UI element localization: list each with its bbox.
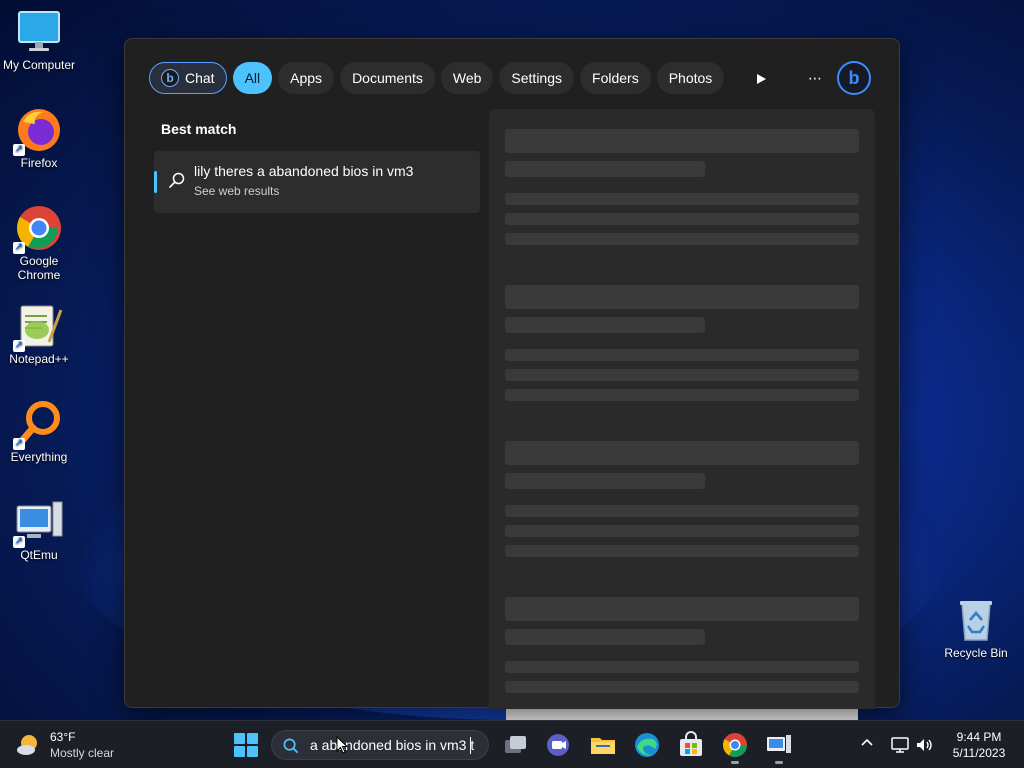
chrome-icon: ↗ <box>13 204 63 254</box>
start-button[interactable] <box>234 733 258 757</box>
search-icon <box>169 172 185 188</box>
search-icon <box>283 738 299 754</box>
chevron-up-icon <box>861 738 873 746</box>
search-filter-bar: b Chat All Apps Documents Web Settings F… <box>149 61 725 95</box>
shortcut-arrow-icon: ↗ <box>13 144 25 156</box>
show-hidden-icons-button[interactable] <box>860 735 874 752</box>
taskbar-file-explorer-button[interactable] <box>589 731 617 759</box>
skeleton-bar <box>505 473 705 489</box>
filter-photos-button[interactable]: Photos <box>656 62 725 94</box>
best-match-heading: Best match <box>161 121 237 137</box>
qtemu-icon: ↗ <box>13 498 63 548</box>
skeleton-bar <box>505 161 705 177</box>
skeleton-bar <box>505 629 705 645</box>
moon-cloud-icon <box>17 735 37 755</box>
best-match-result[interactable]: lily theres a abandoned bios in vm3 See … <box>154 151 480 213</box>
edge-icon <box>635 733 659 757</box>
skeleton-bar <box>505 681 859 693</box>
play-more-filters-button[interactable] <box>745 63 777 93</box>
filter-folders-button[interactable]: Folders <box>580 62 651 94</box>
taskbar-qtemu-button[interactable] <box>765 731 793 759</box>
recycle-bin-icon <box>952 596 1000 644</box>
skeleton-bar <box>505 661 859 673</box>
chat-camera-icon <box>547 734 569 756</box>
folder-icon <box>591 738 615 754</box>
desktop-icon-notepadpp[interactable]: ↗ Notepad++ <box>0 302 78 366</box>
text-caret <box>470 737 471 754</box>
skeleton-bar <box>505 129 859 153</box>
windows-logo-icon <box>234 733 245 744</box>
clock-time: 9:44 PM <box>956 730 1002 744</box>
selection-indicator <box>154 171 157 193</box>
monitor-icon <box>15 8 63 56</box>
weather-description: Mostly clear <box>50 746 115 760</box>
bing-logo-icon: b <box>848 68 860 88</box>
best-match-subtitle: See web results <box>194 184 280 198</box>
more-options-button[interactable]: ⋯ <box>799 63 831 93</box>
network-icon[interactable] <box>890 735 910 755</box>
skeleton-bar <box>505 213 859 225</box>
text-cursor-icon <box>336 736 348 754</box>
system-clock[interactable]: 9:44 PM 5/11/2023 <box>942 729 1016 761</box>
filter-apps-button[interactable]: Apps <box>278 62 335 94</box>
store-bag-icon <box>680 731 702 756</box>
weather-widget[interactable]: 63°F Mostly clear <box>16 729 126 761</box>
taskbar-teams-chat-button[interactable] <box>545 731 573 759</box>
ellipsis-icon: ⋯ <box>808 70 822 86</box>
skeleton-bar <box>505 369 859 381</box>
desktop-icon-chrome[interactable]: ↗ Google Chrome <box>0 204 78 282</box>
weather-temperature: 63°F <box>50 730 76 744</box>
shortcut-arrow-icon: ↗ <box>13 438 25 450</box>
desktop-icon-recycle-bin[interactable]: Recycle Bin <box>936 596 1016 660</box>
shortcut-arrow-icon: ↗ <box>13 242 25 254</box>
skeleton-bar <box>505 441 859 465</box>
desktop-icon-qtemu[interactable]: ↗ QtEmu <box>0 498 78 562</box>
running-indicator <box>731 761 739 764</box>
task-view-icon <box>505 736 526 753</box>
taskbar: 63°F Mostly clear a abandoned bios in vm… <box>0 720 1024 768</box>
taskbar-search-box[interactable]: a abandoned bios in vm3 t <box>271 730 489 760</box>
desktop-icon-everything[interactable]: ↗ Everything <box>0 400 78 464</box>
search-panel: b Chat All Apps Documents Web Settings F… <box>124 38 900 709</box>
skeleton-bar <box>505 525 859 537</box>
taskbar-search-input[interactable]: a abandoned bios in vm3 t <box>310 737 474 753</box>
skeleton-bar <box>505 349 859 361</box>
bing-chat-button[interactable]: b <box>837 61 871 95</box>
notepadpp-icon: ↗ <box>13 302 63 352</box>
shortcut-arrow-icon: ↗ <box>13 536 25 548</box>
play-icon <box>757 74 766 85</box>
taskbar-edge-button[interactable] <box>633 731 661 759</box>
running-indicator <box>775 761 783 764</box>
filter-settings-button[interactable]: Settings <box>499 62 575 94</box>
skeleton-bar <box>505 285 859 309</box>
skeleton-bar <box>505 389 859 401</box>
desktop-icon-my-computer[interactable]: My Computer <box>0 8 78 72</box>
skeleton-bar <box>505 545 859 557</box>
shortcut-arrow-icon: ↗ <box>13 340 25 352</box>
filter-documents-button[interactable]: Documents <box>340 62 435 94</box>
taskbar-task-view-button[interactable] <box>501 731 529 759</box>
preview-pane-loading <box>489 109 875 709</box>
skeleton-bar <box>505 597 859 621</box>
skeleton-bar <box>505 317 705 333</box>
everything-search-icon: ↗ <box>13 400 63 450</box>
filter-all-button[interactable]: All <box>232 62 273 94</box>
filter-chat-button[interactable]: b Chat <box>149 62 227 94</box>
qtemu-icon <box>767 735 791 753</box>
skeleton-bar <box>505 193 859 205</box>
clock-date: 5/11/2023 <box>952 746 1006 760</box>
skeleton-bar <box>505 233 859 245</box>
desktop-icon-firefox[interactable]: ↗ Firefox <box>0 106 78 170</box>
firefox-icon: ↗ <box>13 106 63 156</box>
skeleton-bar <box>505 505 859 517</box>
best-match-query: lily theres a abandoned bios in vm3 <box>194 163 414 179</box>
taskbar-chrome-button[interactable] <box>721 731 749 759</box>
chrome-icon <box>722 733 747 758</box>
filter-web-button[interactable]: Web <box>440 62 494 94</box>
bing-icon: b <box>161 69 179 87</box>
volume-icon[interactable] <box>914 735 934 755</box>
taskbar-store-button[interactable] <box>677 731 705 759</box>
